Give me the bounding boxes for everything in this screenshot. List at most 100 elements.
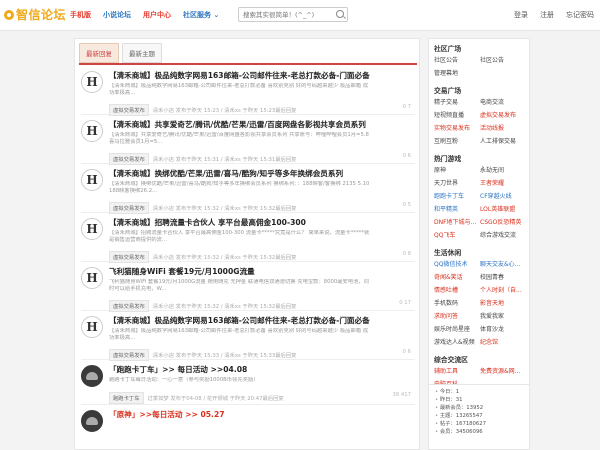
sidebar-forum-link[interactable]: 情感吐槽 — [434, 285, 478, 294]
sidebar-forum-link[interactable]: QQ微信技术 — [434, 259, 478, 268]
sidebar-forum-link[interactable]: 王者荣耀 — [480, 178, 524, 187]
sidebar-forum-link[interactable]: 免费资源&网... — [480, 366, 524, 375]
sidebar-forum-link[interactable]: 永劫无间 — [480, 165, 524, 174]
forgot-password-link[interactable]: 忘记密码 — [566, 10, 594, 20]
sidebar-forum-link[interactable]: 娱乐时尚星座 — [434, 324, 478, 333]
sidebar-forum-link[interactable]: 体育沙龙 — [480, 324, 524, 333]
sidebar-forum-link[interactable]: 我爱我家 — [480, 311, 524, 320]
thread-title-prefix: 【清禾商城】 — [109, 71, 155, 80]
sidebar-forum-link[interactable]: 校园青春 — [480, 272, 524, 281]
sidebar-forum-link[interactable]: QQ飞车 — [434, 230, 478, 239]
sidebar-forum-link[interactable]: CSGO反恐精英 — [480, 217, 524, 226]
thread-title[interactable]: 【清禾商城】极品纯数字网易163邮箱-公司邮件往来-老总打款必备-门面必备 — [109, 315, 370, 326]
sidebar-forum-link[interactable]: 管理幕地 — [434, 68, 478, 77]
sidebar-forum-link[interactable]: 社区公告 — [480, 55, 524, 64]
thread-author-time: 清禾小店 发布于昨天 15:23 / 清禾xs 于昨天 15:23最后回复 — [152, 108, 297, 114]
thread-excerpt: 飞利猫随身WiFi 套餐19元/月1000G流量 随用随充 无押金 联通电信双通… — [109, 279, 370, 292]
nav-user-center[interactable]: 用户中心 — [143, 10, 171, 20]
nav-mobile[interactable]: 手机版 — [70, 10, 91, 20]
sidebar-forum-link[interactable]: 社区公告 — [434, 55, 478, 64]
stat-newest-member[interactable]: 最新会员：13952 — [435, 404, 523, 412]
forum-sidebar: 社区广场 社区公告 社区公告 管理幕地 交易广场 精子交易 电商交流 短视频直播 虚拟交易发布实… — [428, 38, 530, 393]
search-icon[interactable] — [336, 10, 344, 18]
nav-community-label: 社区服务 — [183, 11, 211, 19]
sidebar-forum-link[interactable]: CF穿越火线 — [480, 191, 524, 200]
sidebar-forum-link[interactable]: 虚拟交易发布 — [480, 110, 524, 119]
thread-item[interactable]: H 飞利猫随身WiFi 套餐19元/月1000G流量 飞利猫随身WiFi 套餐1… — [81, 263, 415, 312]
sidebar-forum-link[interactable]: 人工排保交易 — [480, 136, 524, 145]
sidebar-forum-link[interactable]: 活动线报 — [480, 123, 524, 132]
thread-author-time: 清禾小店 发布于昨天 15:32 / 清禾xs 于昨天 15:32最后回复 — [152, 255, 297, 261]
sidebar-forum-link[interactable]: 综合游戏交流 — [480, 230, 524, 239]
thread-title[interactable]: 【清禾商城】极品纯数字网易163邮箱-公司邮件往来-老总打款必备-门面必备 — [109, 70, 370, 81]
avatar[interactable]: H — [81, 316, 103, 338]
thread-title-prefix: 【清禾商城】 — [109, 120, 155, 129]
nav-novel-forum[interactable]: 小说论坛 — [103, 10, 131, 20]
sidebar-forum-link[interactable]: 纪念馆 — [480, 337, 524, 346]
thread-meta: 虚拟交易发布 清禾小店 发布于昨天 15:32 / 清禾xs 于昨天 15:32最… — [109, 251, 296, 263]
login-link[interactable]: 登录 — [514, 10, 528, 20]
forum-badge[interactable]: 跑跑卡丁车 — [109, 392, 144, 404]
sidebar-section-title: 交易广场 — [434, 87, 462, 95]
sidebar-forum-link[interactable]: 求助问答 — [434, 311, 478, 320]
thread-item[interactable]: H 【清禾商城】极品纯数字网易163邮箱-公司邮件往来-老总打款必备-门面必备 … — [81, 67, 415, 116]
thread-title[interactable]: 【清禾商城】共享爱奇艺/腾讯/优酷/芒果/迅雷/百度网盘各影视共享会员系列 — [109, 119, 366, 130]
avatar[interactable]: H — [81, 267, 103, 289]
avatar[interactable] — [81, 410, 103, 432]
avatar[interactable] — [81, 365, 103, 387]
avatar[interactable]: H — [81, 120, 103, 142]
sidebar-section-title: 热门游戏 — [434, 155, 462, 163]
sidebar-forum-link[interactable]: 个人时刻（自... — [480, 285, 524, 294]
sidebar-forum-link[interactable]: 天刀世界 — [434, 178, 478, 187]
nav-community-services[interactable]: 社区服务 ⌄ — [183, 10, 219, 20]
thread-meta: 虚拟交易发布 清禾小店 发布于昨天 15:23 / 清禾xs 于昨天 15:23最… — [109, 104, 296, 116]
sidebar-forum-link[interactable]: 互刷互粉 — [434, 136, 478, 145]
avatar[interactable]: H — [81, 71, 103, 93]
sidebar-forum-link[interactable]: DNF地下城与... — [434, 217, 478, 226]
sidebar-forum-link[interactable]: 游戏达人&视频 — [434, 337, 478, 346]
register-link[interactable]: 注册 — [540, 10, 554, 20]
thread-meta: 跑跑卡丁车 过季如梦 发布于04-08 / 花开倾城 于昨天 20:47最后回复 — [109, 392, 284, 404]
thread-title[interactable]: 飞利猫随身WiFi 套餐19元/月1000G流量 — [109, 266, 255, 277]
sidebar-forum-link[interactable]: 精子交易 — [434, 97, 478, 106]
sidebar-forum-link[interactable]: 辅助工具 — [434, 366, 478, 375]
main-nav: 手机版 小说论坛 用户中心 社区服务 ⌄ — [70, 10, 219, 20]
thread-stats: 0 17 — [399, 300, 411, 306]
forum-badge[interactable]: 虚拟交易发布 — [109, 251, 149, 263]
forum-badge[interactable]: 虚拟交易发布 — [109, 153, 149, 165]
site-logo[interactable]: 智信论坛 — [4, 6, 66, 23]
thread-meta: 虚拟交易发布 清禾小店 发布于昨天 15:32 / 清禾xs 于昨天 15:32最… — [109, 202, 296, 214]
forum-badge[interactable]: 虚拟交易发布 — [109, 202, 149, 214]
sidebar-forum-link[interactable]: 影音天地 — [480, 298, 524, 307]
sidebar-forum-link[interactable]: 和平精英 — [434, 204, 478, 213]
avatar[interactable]: H — [81, 218, 103, 240]
search-input[interactable] — [238, 7, 348, 22]
list-tabs: 最新回复 最新主题 — [79, 43, 162, 63]
sidebar-forum-link[interactable]: 电商交流 — [480, 97, 524, 106]
thread-title[interactable]: 【清禾商城】换绑优酷/芒果/迅雷/喜马/酷狗/知乎等多年换绑会员系列 — [109, 168, 343, 179]
sidebar-forum-link[interactable]: 聊天交友&心... — [480, 259, 524, 268]
sidebar-forum-link[interactable]: 实物交易发布 — [434, 123, 478, 132]
thread-item[interactable]: 「跑跑卡丁车」>> 每日活动 >>04.08 跑跑卡丁车每日活动：一心一意（参与… — [81, 361, 415, 405]
thread-item[interactable]: H 【清禾商城】招聘流量卡合伙人 享平台最高佣金100-300 【清禾商城】招聘… — [81, 214, 415, 263]
thread-item[interactable]: H 【清禾商城】极品纯数字网易163邮箱-公司邮件往来-老总打款必备-门面必备 … — [81, 312, 415, 361]
thread-item[interactable]: 「原神」>>每日活动 >> 05.27 — [81, 406, 415, 449]
thread-title[interactable]: 「跑跑卡丁车」>> 每日活动 >>04.08 — [109, 364, 247, 375]
sidebar-forum-link[interactable]: 跑跑卡丁车 — [434, 191, 478, 200]
avatar[interactable]: H — [81, 169, 103, 191]
forum-badge[interactable]: 虚拟交易发布 — [109, 104, 149, 116]
thread-item[interactable]: H 【清禾商城】换绑优酷/芒果/迅雷/喜马/酷狗/知乎等多年换绑会员系列 【清禾… — [81, 165, 415, 214]
sidebar-forum-link[interactable]: 短视频直播 — [434, 110, 478, 119]
thread-item[interactable]: H 【清禾商城】共享爱奇艺/腾讯/优酷/芒果/迅雷/百度网盘各影视共享会员系列 … — [81, 116, 415, 165]
forum-badge[interactable]: 虚拟交易发布 — [109, 349, 149, 361]
sidebar-forum-link[interactable]: LOL英雄联盟 — [480, 204, 524, 213]
forum-badge[interactable]: 虚拟交易发布 — [109, 300, 149, 312]
thread-title[interactable]: 「原神」>>每日活动 >> 05.27 — [109, 409, 225, 420]
tab-latest-replies[interactable]: 最新回复 — [79, 43, 119, 63]
tab-latest-topics[interactable]: 最新主题 — [122, 43, 162, 63]
sidebar-forum-link[interactable]: 原神 — [434, 165, 478, 174]
sidebar-forum-link[interactable]: 奇闻&笑话 — [434, 272, 478, 281]
sidebar-forum-link[interactable]: 手机数码 — [434, 298, 478, 307]
thread-title[interactable]: 【清禾商城】招聘流量卡合伙人 享平台最高佣金100-300 — [109, 217, 306, 228]
thread-excerpt: 【清禾商城】招聘流量卡合伙人 享平台最高佣金100-300 流量卡*****究竟… — [109, 230, 370, 243]
